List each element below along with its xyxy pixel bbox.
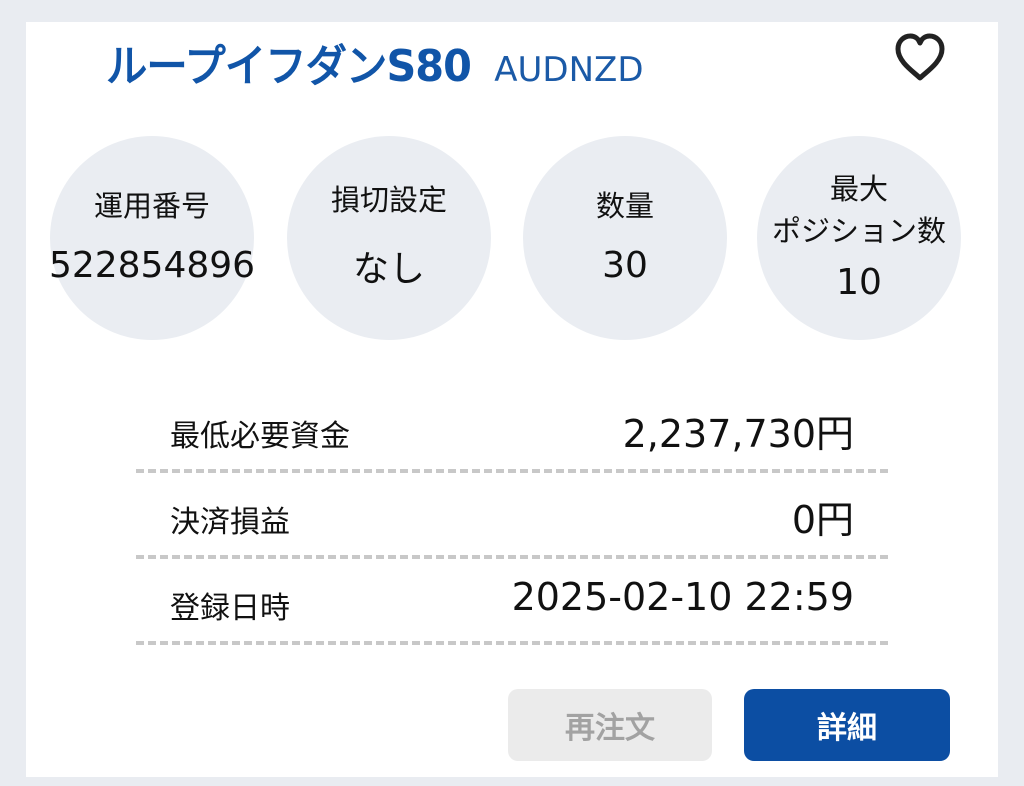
detail-label: 登録日時 bbox=[170, 591, 290, 626]
heart-outline-icon bbox=[895, 33, 945, 81]
strategy-name: ループイフダンS80 bbox=[106, 41, 472, 92]
stat-quantity: 数量 30 bbox=[523, 136, 727, 340]
stat-value: 522854896 bbox=[48, 245, 256, 287]
stat-stop-loss: 損切設定 なし bbox=[287, 136, 491, 340]
stat-value: 30 bbox=[602, 245, 648, 287]
card-title: ループイフダンS80 AUDNZD bbox=[106, 30, 644, 94]
detail-row-settled-pnl: 決済損益 0円 bbox=[136, 473, 888, 559]
currency-pair: AUDNZD bbox=[494, 50, 644, 90]
favorite-button[interactable] bbox=[892, 32, 948, 84]
detail-label: 最低必要資金 bbox=[170, 419, 350, 454]
reorder-button[interactable]: 再注文 bbox=[508, 689, 712, 761]
stat-order-number: 運用番号 522854896 bbox=[48, 136, 256, 340]
detail-row-registered-at: 登録日時 2025-02-10 22:59 bbox=[136, 559, 888, 645]
detail-value: 2025-02-10 22:59 bbox=[511, 575, 854, 619]
detail-button[interactable]: 詳細 bbox=[744, 689, 950, 761]
stat-label: 最大 bbox=[829, 172, 888, 207]
stat-label: 運用番号 bbox=[93, 188, 210, 223]
stat-label: 数量 bbox=[595, 188, 654, 223]
detail-row-required-funds: 最低必要資金 2,237,730円 bbox=[136, 387, 888, 473]
stat-value: なし bbox=[352, 248, 425, 290]
order-card: ループイフダンS80 AUDNZD 運用番号 522854896 損切設定 なし… bbox=[26, 22, 998, 777]
detail-value: 2,237,730円 bbox=[622, 412, 854, 456]
detail-list: 最低必要資金 2,237,730円 決済損益 0円 登録日時 2025-02-1… bbox=[136, 387, 888, 645]
stat-label: 損切設定 bbox=[330, 183, 447, 218]
detail-value: 0円 bbox=[791, 498, 854, 542]
stat-max-positions: 最大 ポジション数 10 bbox=[757, 136, 961, 340]
detail-label: 決済損益 bbox=[170, 505, 290, 540]
stat-value: 10 bbox=[836, 261, 882, 303]
stat-label: ポジション数 bbox=[771, 213, 946, 248]
